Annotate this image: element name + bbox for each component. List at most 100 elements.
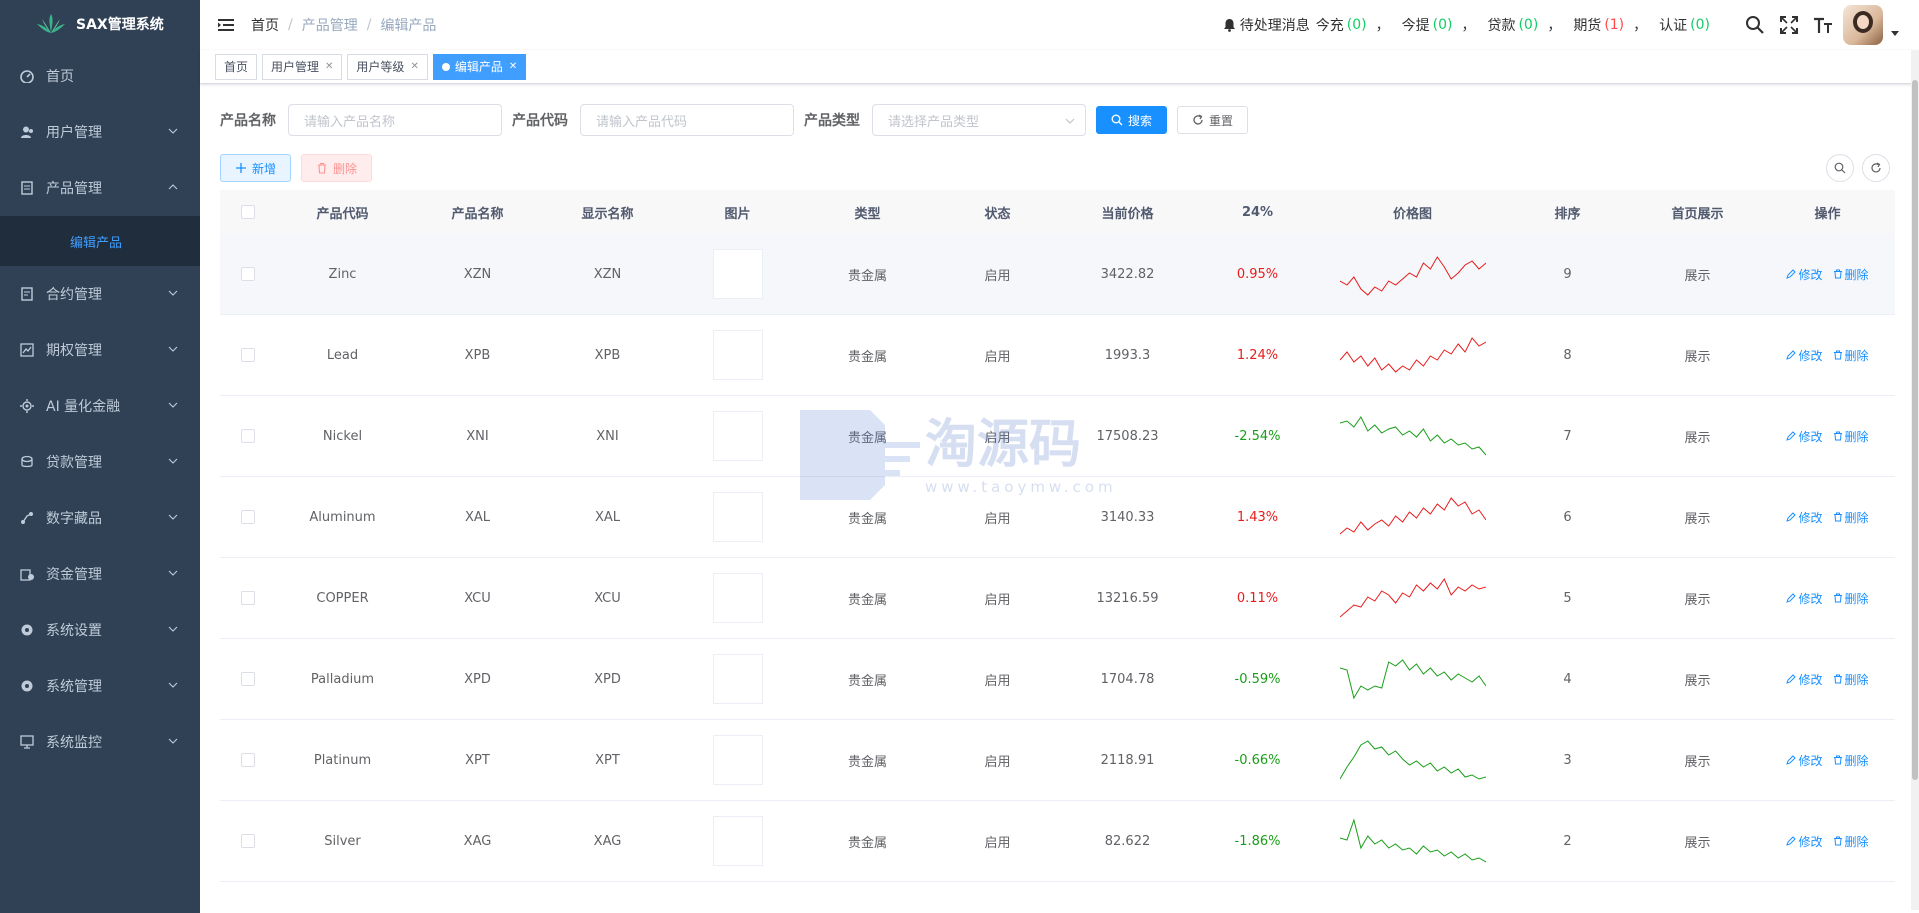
sidebar-item-7[interactable]: 数字藏品 bbox=[0, 490, 200, 546]
tag-2[interactable]: 用户等级 ✕ bbox=[347, 53, 428, 80]
edit-link[interactable]: 修改 bbox=[1786, 428, 1832, 445]
add-button[interactable]: 新增 bbox=[220, 154, 292, 182]
cell-select bbox=[220, 348, 275, 362]
table-row[interactable]: Platinum XPT XPT 贵金属 启用 2118.91 -0.66% 3 展示 修改 删除 bbox=[220, 720, 1895, 801]
delete-link[interactable]: 删除 bbox=[1833, 671, 1869, 688]
fullscreen-icon[interactable] bbox=[1779, 15, 1799, 35]
edit-link[interactable]: 修改 bbox=[1786, 671, 1832, 688]
product-image[interactable] bbox=[712, 654, 763, 704]
sidebar-item-3[interactable]: 合约管理 bbox=[0, 266, 200, 322]
select-all-checkbox[interactable] bbox=[240, 205, 255, 219]
product-image[interactable] bbox=[712, 330, 763, 380]
sidebar-item-6[interactable]: 贷款管理 bbox=[0, 434, 200, 490]
tag-0[interactable]: 首页 bbox=[215, 53, 258, 80]
counter-value[interactable]: (0) bbox=[1433, 17, 1453, 33]
sidebar-item-9[interactable]: 系统设置 bbox=[0, 602, 200, 658]
table-row[interactable]: Aluminum XAL XAL 贵金属 启用 3140.33 1.43% 6 展示 修改 删除 bbox=[220, 477, 1895, 558]
cell-price: 2118.91 bbox=[1100, 752, 1155, 768]
edit-icon bbox=[1786, 350, 1797, 360]
row-checkbox[interactable] bbox=[240, 429, 255, 443]
sidebar-item-4[interactable]: 期权管理 bbox=[0, 322, 200, 378]
scrollbar-thumb[interactable] bbox=[1912, 80, 1918, 780]
edit-link[interactable]: 修改 bbox=[1786, 590, 1832, 607]
product-image[interactable] bbox=[712, 816, 763, 866]
row-checkbox[interactable] bbox=[240, 672, 255, 686]
delete-button[interactable]: 删除 bbox=[301, 154, 373, 182]
table-row[interactable]: Lead XPB XPB 贵金属 启用 1993.3 1.24% 8 展示 修改 删除 bbox=[220, 315, 1895, 396]
edit-link[interactable]: 修改 bbox=[1786, 509, 1832, 526]
edit-link[interactable]: 修改 bbox=[1786, 752, 1832, 769]
table-row[interactable]: Zinc XZN XZN 贵金属 启用 3422.82 0.95% 9 展示 修改 删除 bbox=[220, 234, 1895, 315]
close-icon[interactable]: ✕ bbox=[325, 61, 333, 72]
sidebar-item-8[interactable]: 资金管理 bbox=[0, 546, 200, 602]
tag-1[interactable]: 用户管理 ✕ bbox=[262, 53, 343, 80]
caret-down-icon[interactable] bbox=[1891, 29, 1899, 37]
column-header: 状态 bbox=[984, 206, 1011, 222]
close-icon[interactable]: ✕ bbox=[509, 61, 517, 72]
font-size-icon[interactable] bbox=[1813, 15, 1833, 35]
delete-link[interactable]: 删除 bbox=[1833, 266, 1869, 283]
row-checkbox[interactable] bbox=[240, 834, 255, 848]
contract-icon bbox=[21, 287, 33, 301]
counter-value[interactable]: (1) bbox=[1604, 17, 1624, 33]
product-image[interactable] bbox=[712, 735, 763, 785]
counter-value[interactable]: (0) bbox=[1518, 17, 1538, 33]
sidebar-item-2[interactable]: 产品管理 bbox=[0, 160, 200, 216]
cell-select bbox=[220, 429, 275, 443]
chevron-down-icon bbox=[168, 570, 178, 576]
user-avatar[interactable] bbox=[1843, 5, 1883, 45]
delete-link[interactable]: 删除 bbox=[1833, 347, 1869, 364]
row-checkbox[interactable] bbox=[240, 267, 255, 281]
row-checkbox[interactable] bbox=[240, 348, 255, 362]
sidebar-item-1[interactable]: 用户管理 bbox=[0, 104, 200, 160]
submenu-item-edit-product[interactable]: 编辑产品 bbox=[0, 216, 200, 266]
delete-link[interactable]: 删除 bbox=[1833, 428, 1869, 445]
refresh-table-button[interactable] bbox=[1862, 154, 1890, 182]
page-scrollbar[interactable] bbox=[1911, 50, 1919, 910]
row-checkbox[interactable] bbox=[240, 753, 255, 767]
breadcrumb-item[interactable]: 产品管理 bbox=[302, 15, 358, 35]
counter-value[interactable]: (0) bbox=[1690, 17, 1710, 33]
search-button[interactable]: 搜索 bbox=[1096, 106, 1168, 134]
sidebar-item-10[interactable]: 系统管理 bbox=[0, 658, 200, 714]
tag-3[interactable]: 编辑产品 ✕ bbox=[432, 53, 527, 80]
table-row[interactable]: Silver XAG XAG 贵金属 启用 82.622 -1.86% 2 展示 修改 删除 bbox=[220, 801, 1895, 882]
edit-label: 修改 bbox=[1798, 834, 1823, 849]
table-row[interactable]: COPPER XCU XCU 贵金属 启用 13216.59 0.11% 5 展示 修改 删除 bbox=[220, 558, 1895, 639]
product-image[interactable] bbox=[712, 411, 763, 461]
app-logo[interactable]: SAX管理系统 bbox=[0, 0, 200, 48]
sidebar-item-11[interactable]: 系统监控 bbox=[0, 714, 200, 770]
cell-sort: 9 bbox=[1563, 266, 1572, 282]
product-type-select[interactable]: 请选择产品类型 bbox=[872, 104, 1086, 136]
reset-button[interactable]: 重置 bbox=[1177, 106, 1249, 134]
edit-link[interactable]: 修改 bbox=[1786, 347, 1832, 364]
product-name-input[interactable]: 请输入产品名称 bbox=[288, 104, 502, 136]
toggle-search-button[interactable] bbox=[1826, 154, 1854, 182]
cell-display-name: XPT bbox=[595, 752, 620, 768]
monitor-icon bbox=[20, 735, 34, 749]
edit-link[interactable]: 修改 bbox=[1786, 833, 1832, 850]
hamburger-icon[interactable] bbox=[217, 16, 235, 34]
pending-notice[interactable]: 待处理消息 今充 (0)，今提 (0)，贷款 (0)，期货 (1)，认证 (0) bbox=[1223, 15, 1713, 35]
edit-label: 修改 bbox=[1798, 429, 1823, 444]
product-image[interactable] bbox=[712, 249, 763, 299]
table-row[interactable]: Palladium XPD XPD 贵金属 启用 1704.78 -0.59% 4 展示 修改 删除 bbox=[220, 639, 1895, 720]
breadcrumb-home[interactable]: 首页 bbox=[251, 15, 279, 35]
sidebar-item-0[interactable]: 首页 bbox=[0, 48, 200, 104]
delete-link[interactable]: 删除 bbox=[1833, 509, 1869, 526]
product-image[interactable] bbox=[712, 492, 763, 542]
delete-link[interactable]: 删除 bbox=[1833, 833, 1869, 850]
cell-operations: 修改 删除 bbox=[1760, 833, 1895, 850]
delete-link[interactable]: 删除 bbox=[1833, 752, 1869, 769]
counter-value[interactable]: (0) bbox=[1347, 17, 1367, 33]
product-code-input[interactable]: 请输入产品代码 bbox=[580, 104, 794, 136]
table-row[interactable]: Nickel XNI XNI 贵金属 启用 17508.23 -2.54% 7 展示 修改 删除 bbox=[220, 396, 1895, 477]
edit-link[interactable]: 修改 bbox=[1786, 266, 1832, 283]
search-icon[interactable] bbox=[1745, 15, 1765, 35]
delete-link[interactable]: 删除 bbox=[1833, 590, 1869, 607]
row-checkbox[interactable] bbox=[240, 510, 255, 524]
close-icon[interactable]: ✕ bbox=[410, 61, 418, 72]
product-image[interactable] bbox=[712, 573, 763, 623]
row-checkbox[interactable] bbox=[240, 591, 255, 605]
sidebar-item-5[interactable]: AI 量化金融 bbox=[0, 378, 200, 434]
